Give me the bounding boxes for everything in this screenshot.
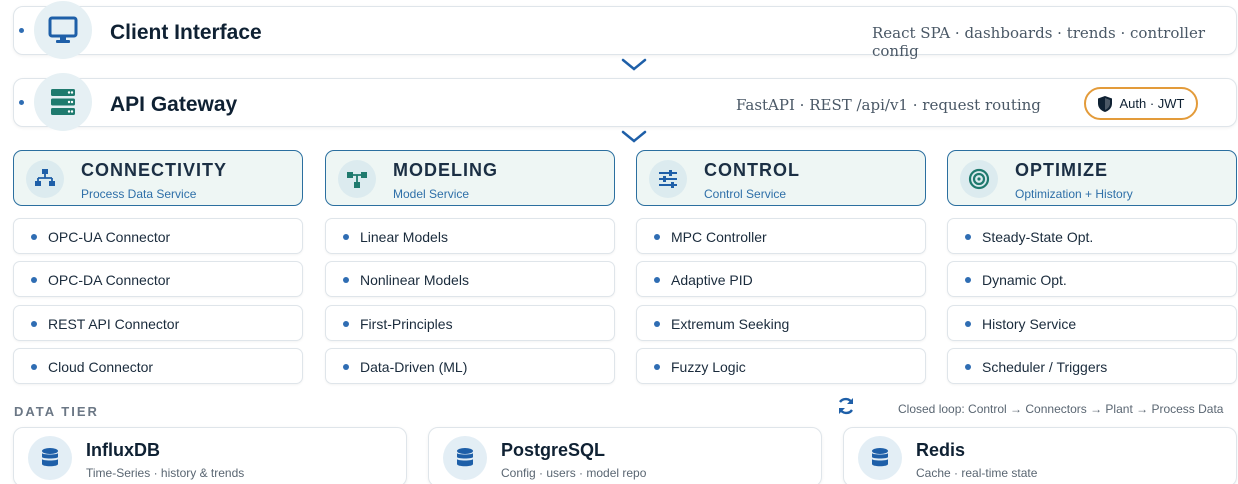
store-subtitle: Config · users · model repo — [501, 466, 647, 480]
list-item: OPC-UA Connector — [13, 218, 303, 254]
store-subtitle: Time-Series · history & trends — [86, 466, 245, 480]
bullet-dot — [343, 277, 349, 283]
list-item: Adaptive PID — [636, 261, 926, 297]
list-item: Steady-State Opt. — [947, 218, 1237, 254]
list-item-label: Extremum Seeking — [671, 316, 790, 332]
bullet-dot — [965, 364, 971, 370]
list-item: Dynamic Opt. — [947, 261, 1237, 297]
list-item-label: REST API Connector — [48, 316, 180, 332]
network-icon — [26, 160, 64, 198]
column-subtitle: Process Data Service — [81, 187, 197, 201]
influxdb-store: InfluxDB Time-Series · history & trends — [13, 427, 407, 484]
monitor-icon — [34, 1, 92, 59]
bullet-dot — [19, 28, 24, 33]
shield-icon — [1098, 95, 1113, 112]
closed-loop-note: Closed loop: Control → Connectors → Plan… — [898, 402, 1224, 416]
connectivity-header: CONNECTIVITY Process Data Service — [13, 150, 303, 206]
database-icon — [858, 436, 902, 480]
list-item: Fuzzy Logic — [636, 348, 926, 384]
database-icon — [443, 436, 487, 480]
list-item-label: First-Principles — [360, 316, 453, 332]
bullet-dot — [19, 100, 24, 105]
store-title: PostgreSQL — [501, 440, 606, 460]
list-item-label: Nonlinear Models — [360, 272, 469, 288]
column-subtitle: Optimization + History — [1015, 187, 1133, 201]
bullet-dot — [343, 234, 349, 240]
list-item: OPC-DA Connector — [13, 261, 303, 297]
column-title: MODELING — [393, 160, 498, 180]
bullet-dot — [31, 277, 37, 283]
flow-icon — [338, 160, 376, 198]
list-item: Extremum Seeking — [636, 305, 926, 341]
list-item-label: Steady-State Opt. — [982, 229, 1094, 245]
bullet-dot — [31, 234, 37, 240]
server-icon — [34, 73, 92, 131]
column-title: CONTROL — [704, 160, 800, 180]
list-item-label: History Service — [982, 316, 1077, 332]
sliders-icon — [649, 160, 687, 198]
modeling-header: MODELING Model Service — [325, 150, 615, 206]
api-gateway-desc: FastAPI · REST /api/v1 · request routing — [736, 96, 1041, 114]
bullet-dot — [654, 321, 660, 327]
list-item-label: OPC-DA Connector — [48, 272, 171, 288]
bullet-dot — [654, 234, 660, 240]
client-interface-bar: Client Interface React SPA · dashboards … — [13, 1, 1237, 60]
list-item: Linear Models — [325, 218, 615, 254]
list-item-label: MPC Controller — [671, 229, 767, 245]
chevron-down-icon — [621, 130, 647, 143]
store-subtitle: Cache · real-time state — [916, 466, 1038, 480]
list-item: Nonlinear Models — [325, 261, 615, 297]
list-item-label: OPC-UA Connector — [48, 229, 171, 245]
bullet-dot — [31, 321, 37, 327]
client-interface-title: Client Interface — [110, 21, 262, 44]
bullet-dot — [31, 364, 37, 370]
list-item-label: Linear Models — [360, 229, 448, 245]
auth-jwt-badge: Auth · JWT — [1084, 87, 1198, 120]
control-header: CONTROL Control Service — [636, 150, 926, 206]
refresh-icon — [838, 397, 854, 415]
list-item: History Service — [947, 305, 1237, 341]
redis-store: Redis Cache · real-time state — [843, 427, 1237, 484]
postgresql-store: PostgreSQL Config · users · model repo — [428, 427, 822, 484]
data-tier-label: DATA TIER — [14, 404, 99, 419]
api-gateway-bar: API Gateway FastAPI · REST /api/v1 · req… — [13, 73, 1237, 131]
bullet-dot — [654, 277, 660, 283]
column-subtitle: Control Service — [704, 187, 787, 201]
bullet-dot — [343, 321, 349, 327]
list-item: Cloud Connector — [13, 348, 303, 384]
client-interface-desc: React SPA · dashboards · trends · contro… — [872, 24, 1205, 60]
bullet-dot — [965, 321, 971, 327]
database-icon — [28, 436, 72, 480]
list-item-label: Data-Driven (ML) — [360, 359, 468, 375]
column-title: CONNECTIVITY — [81, 160, 228, 180]
target-icon — [960, 160, 998, 198]
auth-label: Auth · JWT — [1119, 96, 1185, 111]
store-title: InfluxDB — [86, 440, 160, 460]
list-item-label: Dynamic Opt. — [982, 272, 1067, 288]
bullet-dot — [343, 364, 349, 370]
list-item: REST API Connector — [13, 305, 303, 341]
list-item-label: Scheduler / Triggers — [982, 359, 1108, 375]
chevron-down-icon — [621, 58, 647, 71]
bullet-dot — [965, 277, 971, 283]
column-subtitle: Model Service — [393, 187, 470, 201]
store-title: Redis — [916, 440, 966, 460]
bullet-dot — [965, 234, 971, 240]
api-gateway-title: API Gateway — [110, 93, 238, 116]
column-title: OPTIMIZE — [1015, 160, 1108, 180]
list-item-label: Fuzzy Logic — [671, 359, 746, 375]
bullet-dot — [654, 364, 660, 370]
list-item: Data-Driven (ML) — [325, 348, 615, 384]
list-item-label: Adaptive PID — [671, 272, 753, 288]
list-item: Scheduler / Triggers — [947, 348, 1237, 384]
list-item: First-Principles — [325, 305, 615, 341]
optimize-header: OPTIMIZE Optimization + History — [947, 150, 1237, 206]
list-item-label: Cloud Connector — [48, 359, 154, 375]
list-item: MPC Controller — [636, 218, 926, 254]
